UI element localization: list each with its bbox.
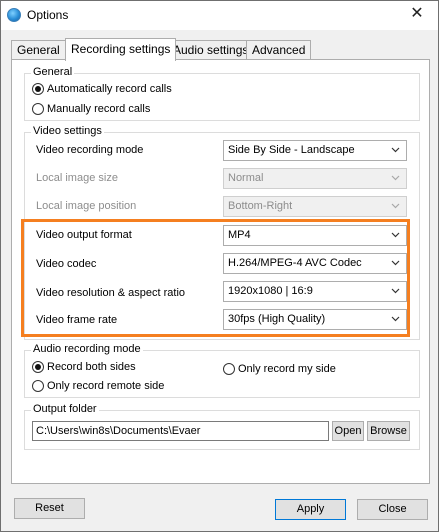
record-both-sides-radio[interactable]: Record both sides [32, 359, 136, 375]
chevron-down-icon [391, 316, 400, 322]
apply-button[interactable]: Apply [275, 499, 346, 520]
radio-button-checked[interactable] [32, 361, 44, 373]
record-both-sides-label: Record both sides [47, 361, 136, 373]
radio-button-unchecked[interactable] [32, 103, 44, 115]
auto-record-radio[interactable]: Automatically record calls [32, 81, 172, 97]
video-recording-mode-label: Video recording mode [36, 144, 144, 156]
local-image-size-label: Local image size [36, 172, 118, 184]
tab-general[interactable]: General [11, 40, 66, 60]
options-dialog: Options ✕ General Recording settings Aud… [0, 0, 439, 532]
local-image-size-select: Normal [223, 168, 407, 189]
title-bar: Options ✕ [1, 1, 438, 30]
close-button[interactable]: Close [357, 499, 428, 520]
tab-recording-settings[interactable]: Recording settings [65, 38, 177, 61]
general-group-title: General [31, 66, 75, 78]
chevron-down-icon [391, 288, 400, 294]
video-codec-value: H.264/MPEG-4 AVC Codec [228, 257, 362, 269]
only-record-remote-side-radio[interactable]: Only record remote side [32, 378, 164, 394]
browse-folder-button[interactable]: Browse [367, 421, 410, 441]
app-globe-icon [7, 8, 21, 22]
manual-record-label: Manually record calls [47, 103, 151, 115]
radio-button-unchecked[interactable] [223, 363, 235, 375]
tab-audio-settings[interactable]: Audio settings [167, 40, 255, 60]
video-recording-mode-value: Side By Side - Landscape [228, 144, 355, 156]
only-record-remote-side-label: Only record remote side [47, 380, 165, 392]
video-output-format-label: Video output format [36, 229, 132, 241]
local-image-size-value: Normal [228, 172, 264, 184]
video-frame-rate-label: Video frame rate [36, 314, 118, 326]
chevron-down-icon [391, 175, 400, 181]
reset-button[interactable]: Reset [14, 498, 85, 519]
chevron-down-icon [391, 147, 400, 153]
local-image-position-label: Local image position [36, 200, 137, 212]
local-image-position-value: Bottom-Right [228, 200, 293, 212]
video-output-format-select[interactable]: MP4 [223, 225, 407, 246]
radio-button-unchecked[interactable] [32, 380, 44, 392]
audio-recording-mode-title: Audio recording mode [31, 343, 143, 355]
open-folder-button[interactable]: Open [332, 421, 364, 441]
video-output-format-value: MP4 [228, 229, 251, 241]
window-title: Options [27, 8, 69, 22]
video-codec-select[interactable]: H.264/MPEG-4 AVC Codec [223, 253, 407, 274]
close-window-icon[interactable]: ✕ [404, 3, 430, 27]
output-folder-title: Output folder [31, 403, 99, 415]
chevron-down-icon [391, 232, 400, 238]
video-resolution-value: 1920x1080 | 16:9 [228, 285, 313, 297]
chevron-down-icon [391, 203, 400, 209]
tab-advanced[interactable]: Advanced [246, 40, 312, 60]
video-resolution-label: Video resolution & aspect ratio [36, 287, 185, 299]
manual-record-radio[interactable]: Manually record calls [32, 101, 150, 117]
video-codec-label: Video codec [36, 258, 97, 270]
video-frame-rate-value: 30fps (High Quality) [228, 313, 326, 325]
tab-strip: General Recording settings Audio setting… [11, 38, 431, 61]
video-resolution-select[interactable]: 1920x1080 | 16:9 [223, 281, 407, 302]
local-image-position-select: Bottom-Right [223, 196, 407, 217]
auto-record-label: Automatically record calls [47, 83, 172, 95]
video-settings-group-title: Video settings [31, 125, 104, 137]
chevron-down-icon [391, 260, 400, 266]
video-recording-mode-select[interactable]: Side By Side - Landscape [223, 140, 407, 161]
radio-button-checked[interactable] [32, 83, 44, 95]
video-frame-rate-select[interactable]: 30fps (High Quality) [223, 309, 407, 330]
only-record-my-side-label: Only record my side [238, 363, 336, 375]
output-folder-path-input[interactable]: C:\Users\win8s\Documents\Evaer [32, 421, 329, 441]
only-record-my-side-radio[interactable]: Only record my side [223, 361, 336, 377]
